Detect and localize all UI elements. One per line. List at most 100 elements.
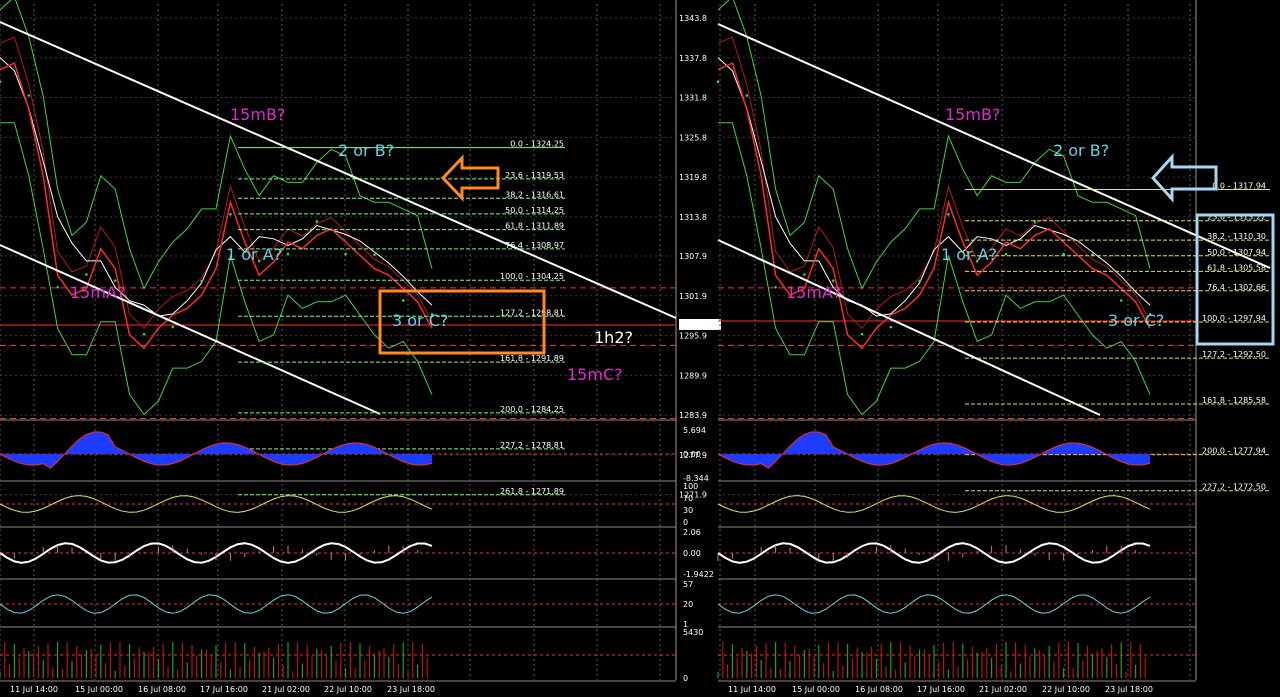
fib-level-label: 127.2 - 1298.81 <box>500 308 564 317</box>
time-tick-label: 16 Jul 08:00 <box>138 685 186 694</box>
fib-level-label: 0.0 - 1324.25 <box>510 140 564 149</box>
indicator-tick-label: 100 <box>683 482 698 491</box>
price-tick-label: 1283.9 <box>679 411 707 420</box>
sar-dot <box>918 279 921 283</box>
time-tick-label: 16 Jul 08:00 <box>855 685 903 694</box>
sar-dot <box>171 325 175 329</box>
price-tick-label: 1313.8 <box>679 213 707 222</box>
price-tick-label: 1301.9 <box>679 292 707 301</box>
fib-level-label: 38.2 - 1310.30 <box>1207 232 1266 241</box>
fib-level-label: 61.8 - 1305.58 <box>1207 263 1266 272</box>
macd-histogram <box>718 431 1150 469</box>
price-tick-label: 1289.9 <box>679 371 707 380</box>
wave-annotation: 2 or B? <box>1053 141 1109 160</box>
sar-dot <box>401 299 405 302</box>
right-panel: 0.0 - 1317.9423.6 - 1313.2238.2 - 1310.3… <box>716 0 1275 694</box>
wave-annotation: 1h2? <box>594 328 633 347</box>
left-panel: 1343.8 1337.8 1331.8 1325.8 1319.8 1313.8 1307… <box>0 0 721 694</box>
sar-dot <box>56 285 59 289</box>
wave-annotation: 15mB? <box>230 105 285 124</box>
indicator-tick-label: 5.694 <box>683 426 706 435</box>
time-tick-label: 22 Jul 10:00 <box>1042 685 1090 694</box>
sar-dot <box>0 80 2 84</box>
time-tick-label: 23 Jul 18:00 <box>1105 685 1153 694</box>
indicator-tick-label: 57 <box>683 580 693 589</box>
sar-dot <box>229 213 232 216</box>
fib-level-label: 227.2 - 1272.50 <box>1202 483 1266 492</box>
sar-dot <box>889 325 893 329</box>
wave-annotation: 3 or C? <box>392 311 448 330</box>
price-tick-label: 1337.8 <box>679 54 707 63</box>
time-tick-label: 23 Jul 18:00 <box>387 685 435 694</box>
indicator-tick-label: 70 <box>683 494 693 503</box>
fib-level-label: 227.2 - 1278.81 <box>500 441 564 450</box>
wave-annotation: 1 or A? <box>941 245 997 264</box>
wave-annotation: 15mC? <box>567 365 623 384</box>
fib-level-label: 23.6 - 1319.53 <box>505 171 564 180</box>
wave-annotation: 2 or B? <box>338 141 394 160</box>
channel-lower-line <box>0 244 381 415</box>
fib-level-label: 61.8 - 1311.89 <box>505 222 564 231</box>
price-line <box>0 62 433 350</box>
price-tick-label: 1325.8 <box>679 133 707 142</box>
time-tick-label: 15 Jul 00:00 <box>792 685 840 694</box>
time-tick-label: 22 Jul 10:00 <box>324 685 372 694</box>
trading-charts: 1343.8 1337.8 1331.8 1325.8 1319.8 1313.8 1307… <box>0 0 1275 694</box>
fib-level-label: 50.0 - 1314.25 <box>505 206 564 215</box>
sar-dot <box>344 252 347 256</box>
channel-upper-line <box>717 23 1271 269</box>
fib-level-label: 261.8 - 1271.89 <box>500 487 564 496</box>
fib-level-label: 50.0 - 1307.94 <box>1207 248 1266 257</box>
sar-dot <box>947 213 950 216</box>
sar-dot <box>85 273 88 276</box>
sar-dot <box>142 332 146 336</box>
time-tick-label: 17 Jul 16:00 <box>917 685 965 694</box>
chart-window: 1343.8 1337.8 1331.8 1325.8 1319.8 1313.8 1307… <box>0 0 1280 697</box>
indicator-tick-label: 0 <box>683 674 688 683</box>
indicator-tick-label: 5430 <box>683 628 703 637</box>
sar-dot <box>1062 252 1065 256</box>
indicator-tick-label: 0.00 <box>683 549 701 558</box>
fib-level-label: 0.0 - 1317.94 <box>1212 181 1266 190</box>
price-tick-label: 1295.9 <box>679 332 707 341</box>
price-tick-label: 1307.9 <box>679 252 707 261</box>
indicator-tick-label: 0 <box>683 518 688 527</box>
time-tick-label: 21 Jul 02:00 <box>979 685 1027 694</box>
sar-dot <box>200 279 203 283</box>
fib-level-label: 161.8 - 1285.58 <box>1202 396 1266 405</box>
price-line <box>717 62 1151 350</box>
fib-level-label: 100.0 - 1297.94 <box>1202 314 1266 323</box>
indicator-tick-label: 30 <box>683 506 693 515</box>
sar-dot <box>716 80 720 84</box>
macd-histogram <box>0 431 432 469</box>
time-tick-label: 21 Jul 02:00 <box>262 685 310 694</box>
fib-level-label: 161.8 - 1291.89 <box>500 354 564 363</box>
sar-dot <box>373 253 376 256</box>
time-tick-label: 17 Jul 16:00 <box>200 685 248 694</box>
sar-dot <box>860 332 864 336</box>
fib-level-label: 76.4 - 1302.66 <box>1207 283 1266 292</box>
sar-dot <box>831 279 835 282</box>
wave-annotation: 3 or C? <box>1108 311 1164 330</box>
sar-dot <box>315 220 319 223</box>
sar-dot <box>113 279 117 282</box>
fib-level-label: 38.2 - 1316.61 <box>505 190 564 199</box>
light-blue-arrow-icon <box>1150 153 1218 203</box>
sar-dot <box>1004 252 1008 256</box>
fib-level-label: 127.2 - 1292.50 <box>1202 350 1266 359</box>
sar-dot <box>286 252 290 256</box>
indicator-tick-label: 20 <box>683 600 693 609</box>
price-tick-label: 1331.8 <box>679 94 707 103</box>
sar-dot <box>803 273 806 276</box>
indicator-tick-label: -1.9422 <box>683 570 714 579</box>
sar-dot <box>1119 299 1123 302</box>
fib-level-label: 76.4 - 1308.97 <box>505 241 564 250</box>
current-price-label: 1297.5 <box>682 321 710 330</box>
moving-average-fast <box>0 57 433 317</box>
fib-level-label: 200.0 - 1284.25 <box>500 405 564 414</box>
sar-dot <box>745 94 749 97</box>
wave-annotation: 1 or A? <box>226 245 282 264</box>
fib-level-label: 100.0 - 1304.25 <box>500 272 564 281</box>
wave-annotation: 15mA? <box>786 283 841 302</box>
wave-annotation: 15mB? <box>945 105 1000 124</box>
